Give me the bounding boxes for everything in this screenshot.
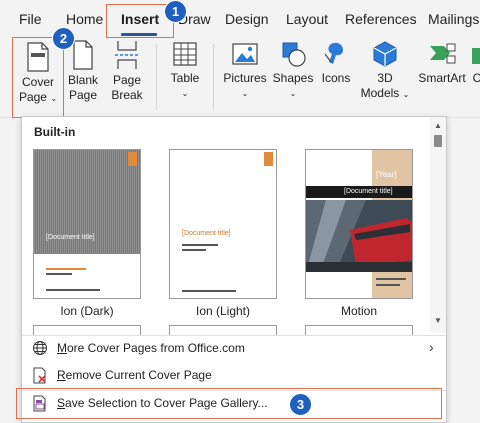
chart-label: C (472, 71, 480, 85)
tab-file[interactable]: File (19, 11, 42, 27)
3d-models-label-1: 3D (377, 71, 393, 85)
table-button[interactable]: Table ⌄ (166, 40, 204, 101)
blank-page-icon (73, 40, 93, 70)
thumb-train-photo (306, 200, 412, 272)
cover-thumb-partial[interactable] (305, 325, 413, 335)
thumb-text-line (376, 278, 406, 280)
save-selection-highlight (16, 388, 442, 419)
page-break-icon (115, 41, 139, 69)
thumb-footer-line (182, 290, 236, 292)
more-cover-pages-menu-item[interactable]: More Cover Pages from Office.com › (22, 336, 446, 362)
step-badge-3: 3 (289, 393, 312, 416)
step-badge-1: 1 (164, 0, 187, 23)
scroll-down-arrow-icon[interactable]: ▼ (434, 316, 442, 325)
section-title-built-in: Built-in (34, 125, 76, 139)
cover-thumb-partial[interactable] (169, 325, 277, 335)
chevron-right-icon: › (429, 339, 434, 355)
table-label: Table (170, 71, 200, 85)
smartart-button[interactable]: SmartArt (414, 40, 470, 86)
thumb-subtitle-line (46, 268, 86, 270)
icons-label: Icons (321, 71, 351, 85)
shapes-button[interactable]: Shapes ⌄ (272, 40, 314, 101)
tab-home[interactable]: Home (66, 11, 103, 27)
blank-page-label-1: Blank (67, 73, 99, 87)
chart-button[interactable]: C (470, 40, 480, 86)
ribbon-insert-panel: Cover Page ⌄ Blank Page Page Break Table… (0, 38, 480, 118)
gallery-scrollbar[interactable]: ▲ ▼ (430, 117, 446, 333)
shapes-icon (282, 42, 306, 67)
ribbon-group-separator (213, 44, 214, 110)
tab-references[interactable]: References (345, 11, 417, 27)
table-icon (173, 42, 197, 66)
pictures-icon (232, 43, 258, 65)
smartart-icon (430, 43, 456, 64)
ribbon-group-separator (156, 44, 157, 110)
thumb-tab-marker (128, 152, 137, 166)
thumb-caption-ion-dark: Ion (Dark) (60, 304, 114, 318)
cube-icon (373, 41, 397, 67)
chevron-down-icon: ⌄ (402, 90, 410, 99)
pictures-button[interactable]: Pictures ⌄ (222, 40, 268, 101)
thumb-text-line (376, 284, 400, 286)
scroll-up-arrow-icon[interactable]: ▲ (434, 121, 442, 130)
thumb-doc-title: [Document title] (182, 230, 231, 237)
cover-thumb-ion-light[interactable]: [Document title] (169, 149, 277, 299)
blank-page-label-2: Page (68, 88, 98, 102)
3d-models-label-2: Models ⌄ (360, 86, 410, 100)
thumb-year: [Year] (376, 170, 397, 179)
chevron-down-icon: ⌄ (241, 89, 249, 98)
thumb-doc-title: [Document title] (344, 188, 393, 195)
tab-layout[interactable]: Layout (286, 11, 328, 27)
thumb-text-line (46, 273, 72, 275)
cover-page-gallery-dropdown: Built-in [Document title] Ion (Dark) [Do… (21, 116, 447, 423)
page-break-label-2: Break (111, 88, 143, 102)
thumb-caption-motion: Motion (340, 304, 378, 318)
cover-thumb-partial[interactable] (33, 325, 141, 335)
chevron-down-icon: ⌄ (181, 89, 189, 98)
page-break-label-1: Page (112, 73, 142, 87)
thumb-footer-line (46, 289, 100, 291)
shapes-label: Shapes (272, 71, 314, 85)
blank-page-button[interactable]: Blank Page (64, 40, 102, 103)
thumb-caption-ion-light: Ion (Light) (195, 304, 251, 318)
remove-page-icon (33, 367, 46, 384)
chart-icon (472, 48, 480, 64)
step-badge-2: 2 (52, 27, 75, 50)
thumb-tab-marker (264, 152, 273, 166)
3d-models-button[interactable]: 3D Models ⌄ (358, 40, 412, 102)
icons-insert-icon (324, 42, 343, 64)
pictures-label: Pictures (223, 71, 267, 85)
remove-cover-page-label: Remove Current Cover Page (57, 368, 212, 382)
thumb-doc-title: [Document title] (46, 234, 95, 241)
cover-thumb-motion[interactable]: [Year] [Document title] (305, 149, 413, 299)
chevron-down-icon: ⌄ (289, 89, 297, 98)
cover-thumb-ion-dark[interactable]: [Document title] (33, 149, 141, 299)
globe-icon (33, 341, 47, 355)
thumb-text-line (182, 249, 206, 251)
tab-design[interactable]: Design (225, 11, 269, 27)
page-break-button[interactable]: Page Break (106, 40, 148, 103)
tab-mailings[interactable]: Mailings (428, 11, 479, 27)
smartart-label: SmartArt (418, 71, 466, 85)
remove-cover-page-menu-item[interactable]: Remove Current Cover Page (22, 363, 446, 389)
scroll-thumb[interactable] (434, 135, 442, 147)
more-cover-pages-label: More Cover Pages from Office.com (57, 341, 245, 355)
cover-page-highlight (12, 37, 64, 118)
icons-button[interactable]: Icons (318, 40, 354, 86)
thumb-text-line (182, 244, 218, 246)
